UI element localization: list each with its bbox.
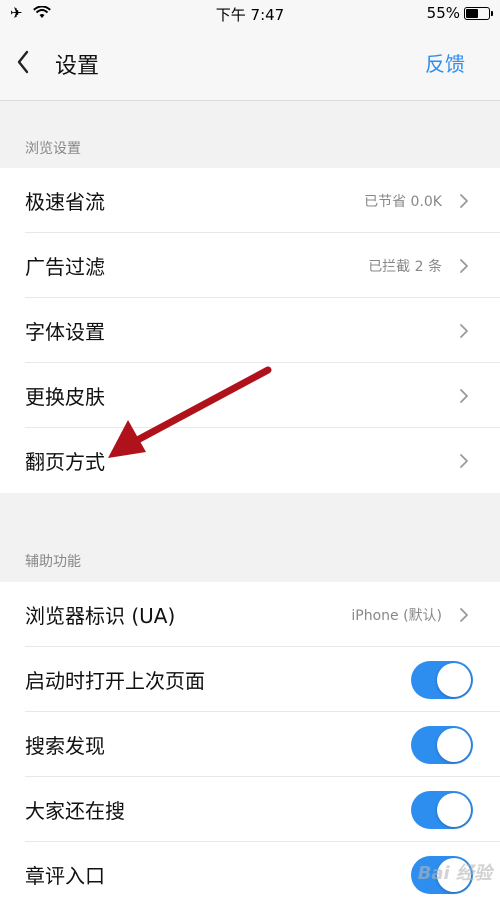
settings-row-skin[interactable]: 更换皮肤 xyxy=(0,363,500,428)
section-label-browse: 浏览设置 xyxy=(25,141,81,157)
nav-bar: 设置 反馈 xyxy=(0,26,500,101)
chevron-right-icon xyxy=(460,607,468,622)
status-time: 下午 7:47 xyxy=(215,6,285,24)
row-label: 搜索发现 xyxy=(25,734,105,758)
row-label: 浏览器标识 (UA) xyxy=(25,604,176,628)
row-label: 翻页方式 xyxy=(25,450,105,474)
browse-settings-group: 极速省流 已节省 0.0K 广告过滤 已拦截 2 条 字体设置 更换皮肤 翻页方… xyxy=(0,168,500,493)
chevron-right-icon xyxy=(460,258,468,273)
status-right: 55% xyxy=(426,4,493,22)
row-value: 已节省 0.0K xyxy=(364,193,442,210)
battery-percent: 55% xyxy=(426,4,460,22)
settings-row-page-turn[interactable]: 翻页方式 xyxy=(0,428,500,493)
section-label-assist: 辅助功能 xyxy=(25,554,81,570)
row-value: iPhone (默认) xyxy=(351,607,442,624)
row-label: 大家还在搜 xyxy=(25,799,125,823)
feedback-button[interactable]: 反馈 xyxy=(425,48,465,77)
row-label: 章评入口 xyxy=(25,864,105,888)
row-label: 极速省流 xyxy=(25,190,105,214)
toggle-knob xyxy=(437,727,471,762)
toggle-knob xyxy=(437,792,471,827)
restore-last-page-toggle[interactable] xyxy=(411,660,473,699)
others-searching-toggle[interactable] xyxy=(411,790,473,829)
row-label: 启动时打开上次页面 xyxy=(25,669,205,693)
row-label: 广告过滤 xyxy=(25,255,105,279)
chevron-right-icon xyxy=(460,388,468,403)
status-bar: ✈ 下午 7:47 55% xyxy=(0,0,500,26)
settings-row-ad-filter[interactable]: 广告过滤 已拦截 2 条 xyxy=(0,233,500,298)
row-label: 字体设置 xyxy=(25,320,105,344)
settings-row-others-searching: 大家还在搜 xyxy=(0,777,500,842)
chevron-left-icon xyxy=(17,50,29,74)
battery-icon xyxy=(464,6,493,20)
settings-row-search-discover: 搜索发现 xyxy=(0,712,500,777)
back-button[interactable] xyxy=(12,46,36,78)
battery-tip xyxy=(491,10,493,16)
settings-row-restore-last-page: 启动时打开上次页面 xyxy=(0,647,500,712)
settings-row-user-agent[interactable]: 浏览器标识 (UA) iPhone (默认) xyxy=(0,582,500,647)
settings-row-font[interactable]: 字体设置 xyxy=(0,298,500,363)
battery-fill xyxy=(466,8,479,18)
settings-row-data-saver[interactable]: 极速省流 已节省 0.0K xyxy=(0,168,500,233)
chevron-right-icon xyxy=(460,193,468,208)
toggle-knob xyxy=(437,662,471,697)
chevron-right-icon xyxy=(460,453,468,468)
chevron-right-icon xyxy=(460,323,468,338)
page-title: 设置 xyxy=(55,54,100,79)
row-value: 已拦截 2 条 xyxy=(368,258,442,275)
search-discover-toggle[interactable] xyxy=(411,725,473,764)
row-label: 更换皮肤 xyxy=(25,385,105,409)
watermark: Bai 经验 xyxy=(417,863,492,884)
